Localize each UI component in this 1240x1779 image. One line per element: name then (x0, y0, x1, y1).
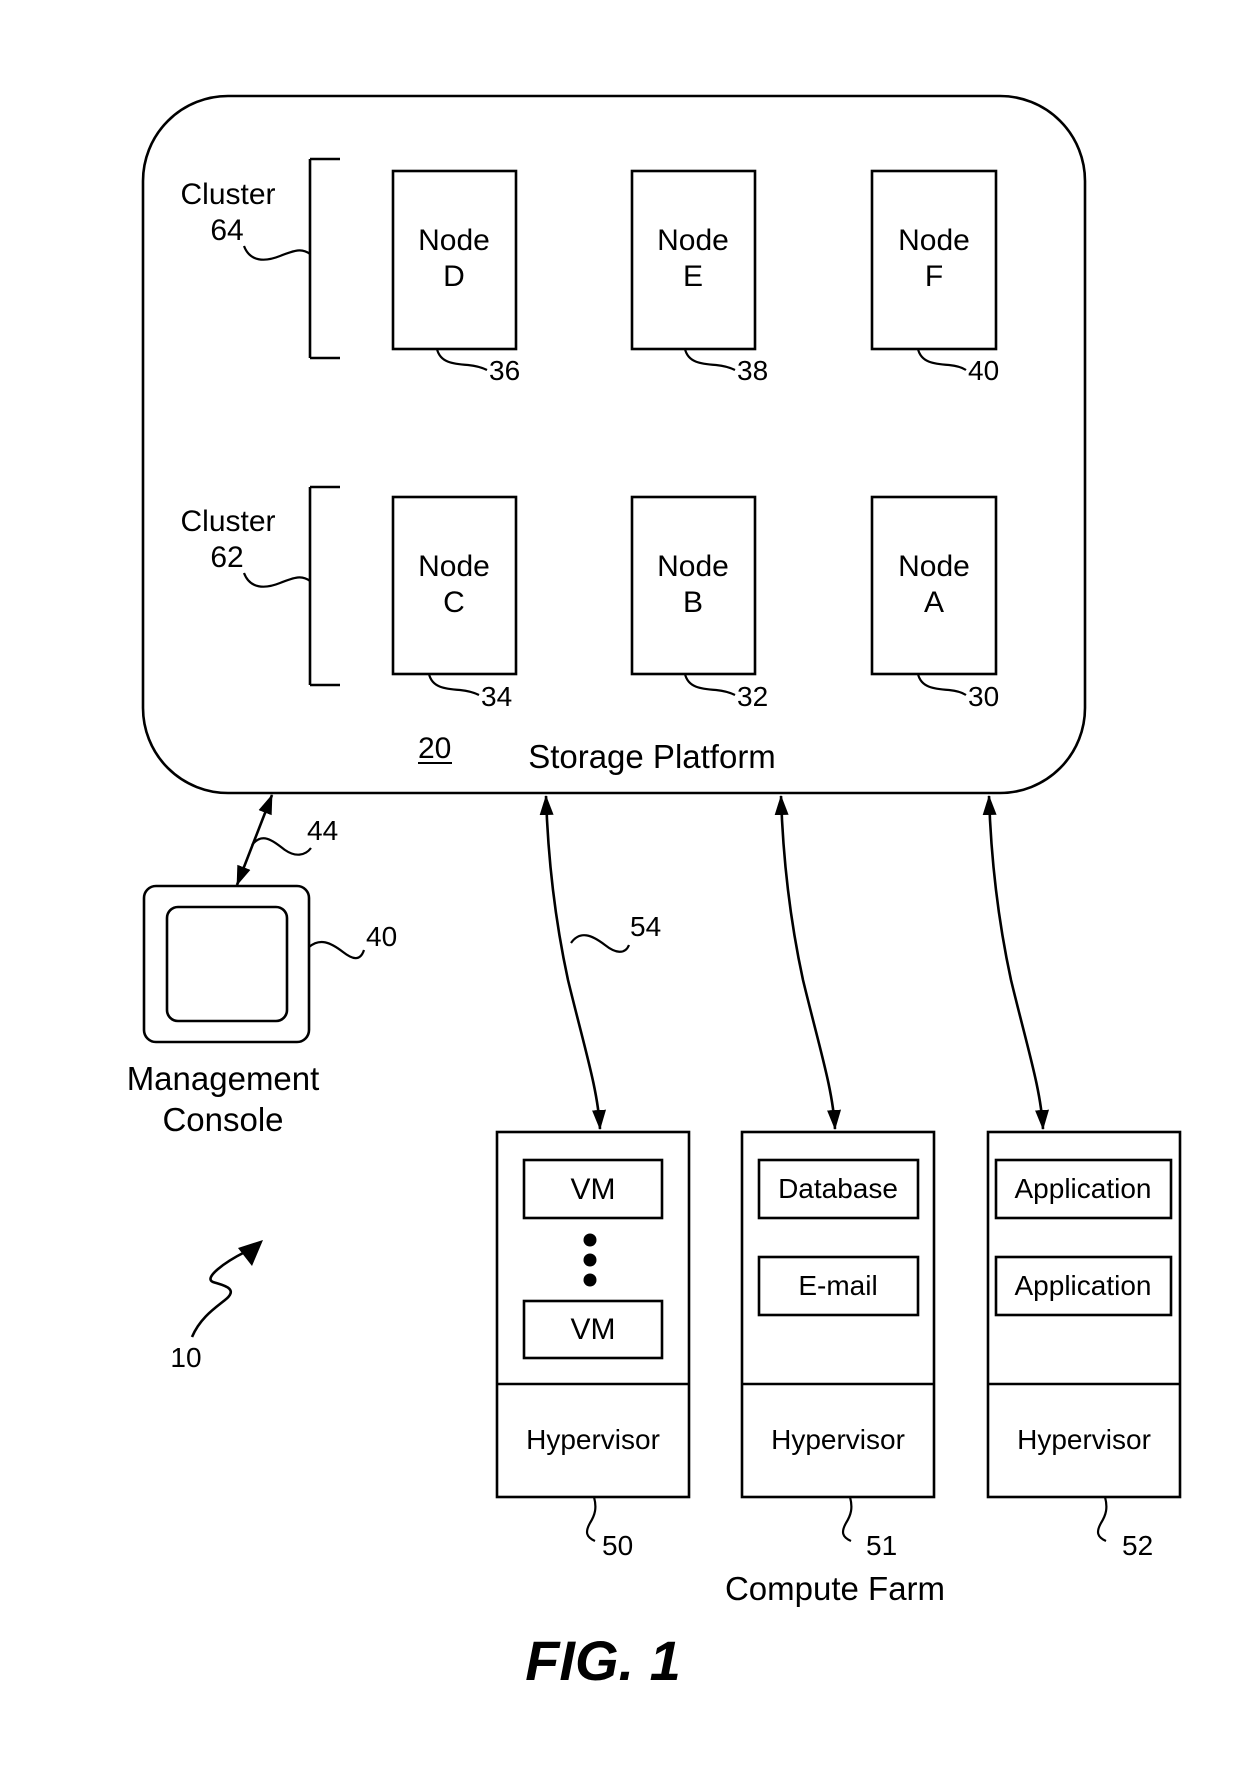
node-label: Node (898, 550, 970, 583)
server-ref: 50 (602, 1530, 633, 1561)
link-ref: 44 (307, 815, 338, 846)
cluster-label: Cluster (180, 505, 275, 538)
system-ref-label: 10 (170, 1342, 201, 1373)
storage-platform-label: Storage Platform (528, 738, 776, 775)
node-d: Node D 36 (391, 169, 520, 386)
node-letter: C (443, 586, 465, 619)
node-ref: 34 (481, 681, 512, 712)
patent-diagram: 20 Storage Platform Cluster 64 Cluster 6… (127, 94, 1182, 1692)
ellipsis-dot (583, 1253, 597, 1267)
node-letter: B (683, 586, 703, 619)
node-letter: E (683, 260, 703, 293)
workload-label: Application (1015, 1270, 1152, 1301)
management-console: 40 Management Console (127, 884, 397, 1138)
hypervisor-label: Hypervisor (1017, 1424, 1151, 1455)
cluster-leader-line (242, 245, 311, 261)
node-ref: 36 (489, 355, 520, 386)
node-label: Node (418, 224, 490, 257)
console-label-line1: Management (127, 1060, 320, 1097)
bidirectional-arrow-server-51 (774, 795, 842, 1130)
console-ref: 40 (366, 921, 397, 952)
vm-label: VM (571, 1313, 616, 1346)
console-monitor-screen (165, 905, 289, 1023)
server-ref: 51 (866, 1530, 897, 1561)
node-leader-line (683, 673, 736, 696)
node-label: Node (418, 550, 490, 583)
server-leader-line (841, 1496, 853, 1543)
hypervisor-label: Hypervisor (526, 1424, 660, 1455)
cluster-ref: 62 (210, 541, 243, 574)
node-ref: 30 (968, 681, 999, 712)
cluster-bracket (308, 485, 340, 687)
node-letter: A (924, 586, 944, 619)
node-leader-line (435, 348, 488, 371)
cluster-label: Cluster (180, 178, 275, 211)
server-leader-line (1096, 1496, 1108, 1543)
node-e: Node E 38 (630, 169, 768, 386)
node-leader-line (683, 348, 736, 371)
node-label: Node (657, 224, 729, 257)
workload-label: E-mail (798, 1270, 877, 1301)
node-leader-line (916, 673, 967, 696)
ellipsis-dot (583, 1273, 597, 1287)
server-50: VM VM Hypervisor 50 (495, 1130, 691, 1561)
node-label: Node (898, 224, 970, 257)
console-label-line2: Console (162, 1101, 283, 1138)
link-ref: 54 (630, 911, 661, 942)
console-leader-line (308, 940, 366, 960)
node-letter: D (443, 260, 465, 293)
link-leader-line (251, 837, 312, 856)
node-c: Node C 34 (391, 495, 518, 712)
node-ref: 38 (737, 355, 768, 386)
storage-platform-ref: 20 (418, 732, 451, 765)
node-b: Node B 32 (630, 495, 768, 712)
cluster-ref: 64 (210, 214, 243, 247)
node-ref: 40 (968, 355, 999, 386)
cluster-bracket (308, 157, 340, 360)
vm-label: VM (571, 1173, 616, 1206)
figure-caption: FIG. 1 (525, 1629, 681, 1692)
workload-label: Database (778, 1173, 898, 1204)
bidirectional-arrow-server-52 (982, 795, 1050, 1130)
console-link-44: 44 (235, 794, 338, 886)
compute-links: 54 (539, 795, 1050, 1130)
hypervisor-label: Hypervisor (771, 1424, 905, 1455)
server-leader-line (585, 1496, 597, 1543)
node-leader-line (916, 348, 967, 371)
compute-farm-label: Compute Farm (725, 1570, 945, 1607)
node-ref: 32 (737, 681, 768, 712)
server-52: Application Application Hypervisor 52 (986, 1130, 1182, 1561)
server-51: Database E-mail Hypervisor 51 (740, 1130, 936, 1561)
node-leader-line (427, 673, 480, 696)
cluster-62: Cluster 62 (180, 485, 340, 687)
node-f: Node F 40 (870, 169, 999, 386)
bidirectional-arrow (235, 794, 274, 886)
node-a: Node A 30 (870, 495, 999, 712)
cluster-64: Cluster 64 (180, 157, 340, 360)
bidirectional-arrow-server-50 (539, 795, 607, 1130)
workload-label: Application (1015, 1173, 1152, 1204)
system-ref-10: 10 (170, 1240, 263, 1373)
ellipsis-dot (583, 1233, 597, 1247)
node-label: Node (657, 550, 729, 583)
link-leader-line (570, 934, 631, 953)
system-ref-arrow (190, 1250, 246, 1338)
node-letter: F (925, 260, 943, 293)
cluster-leader-line (242, 572, 311, 588)
server-ref: 52 (1122, 1530, 1153, 1561)
